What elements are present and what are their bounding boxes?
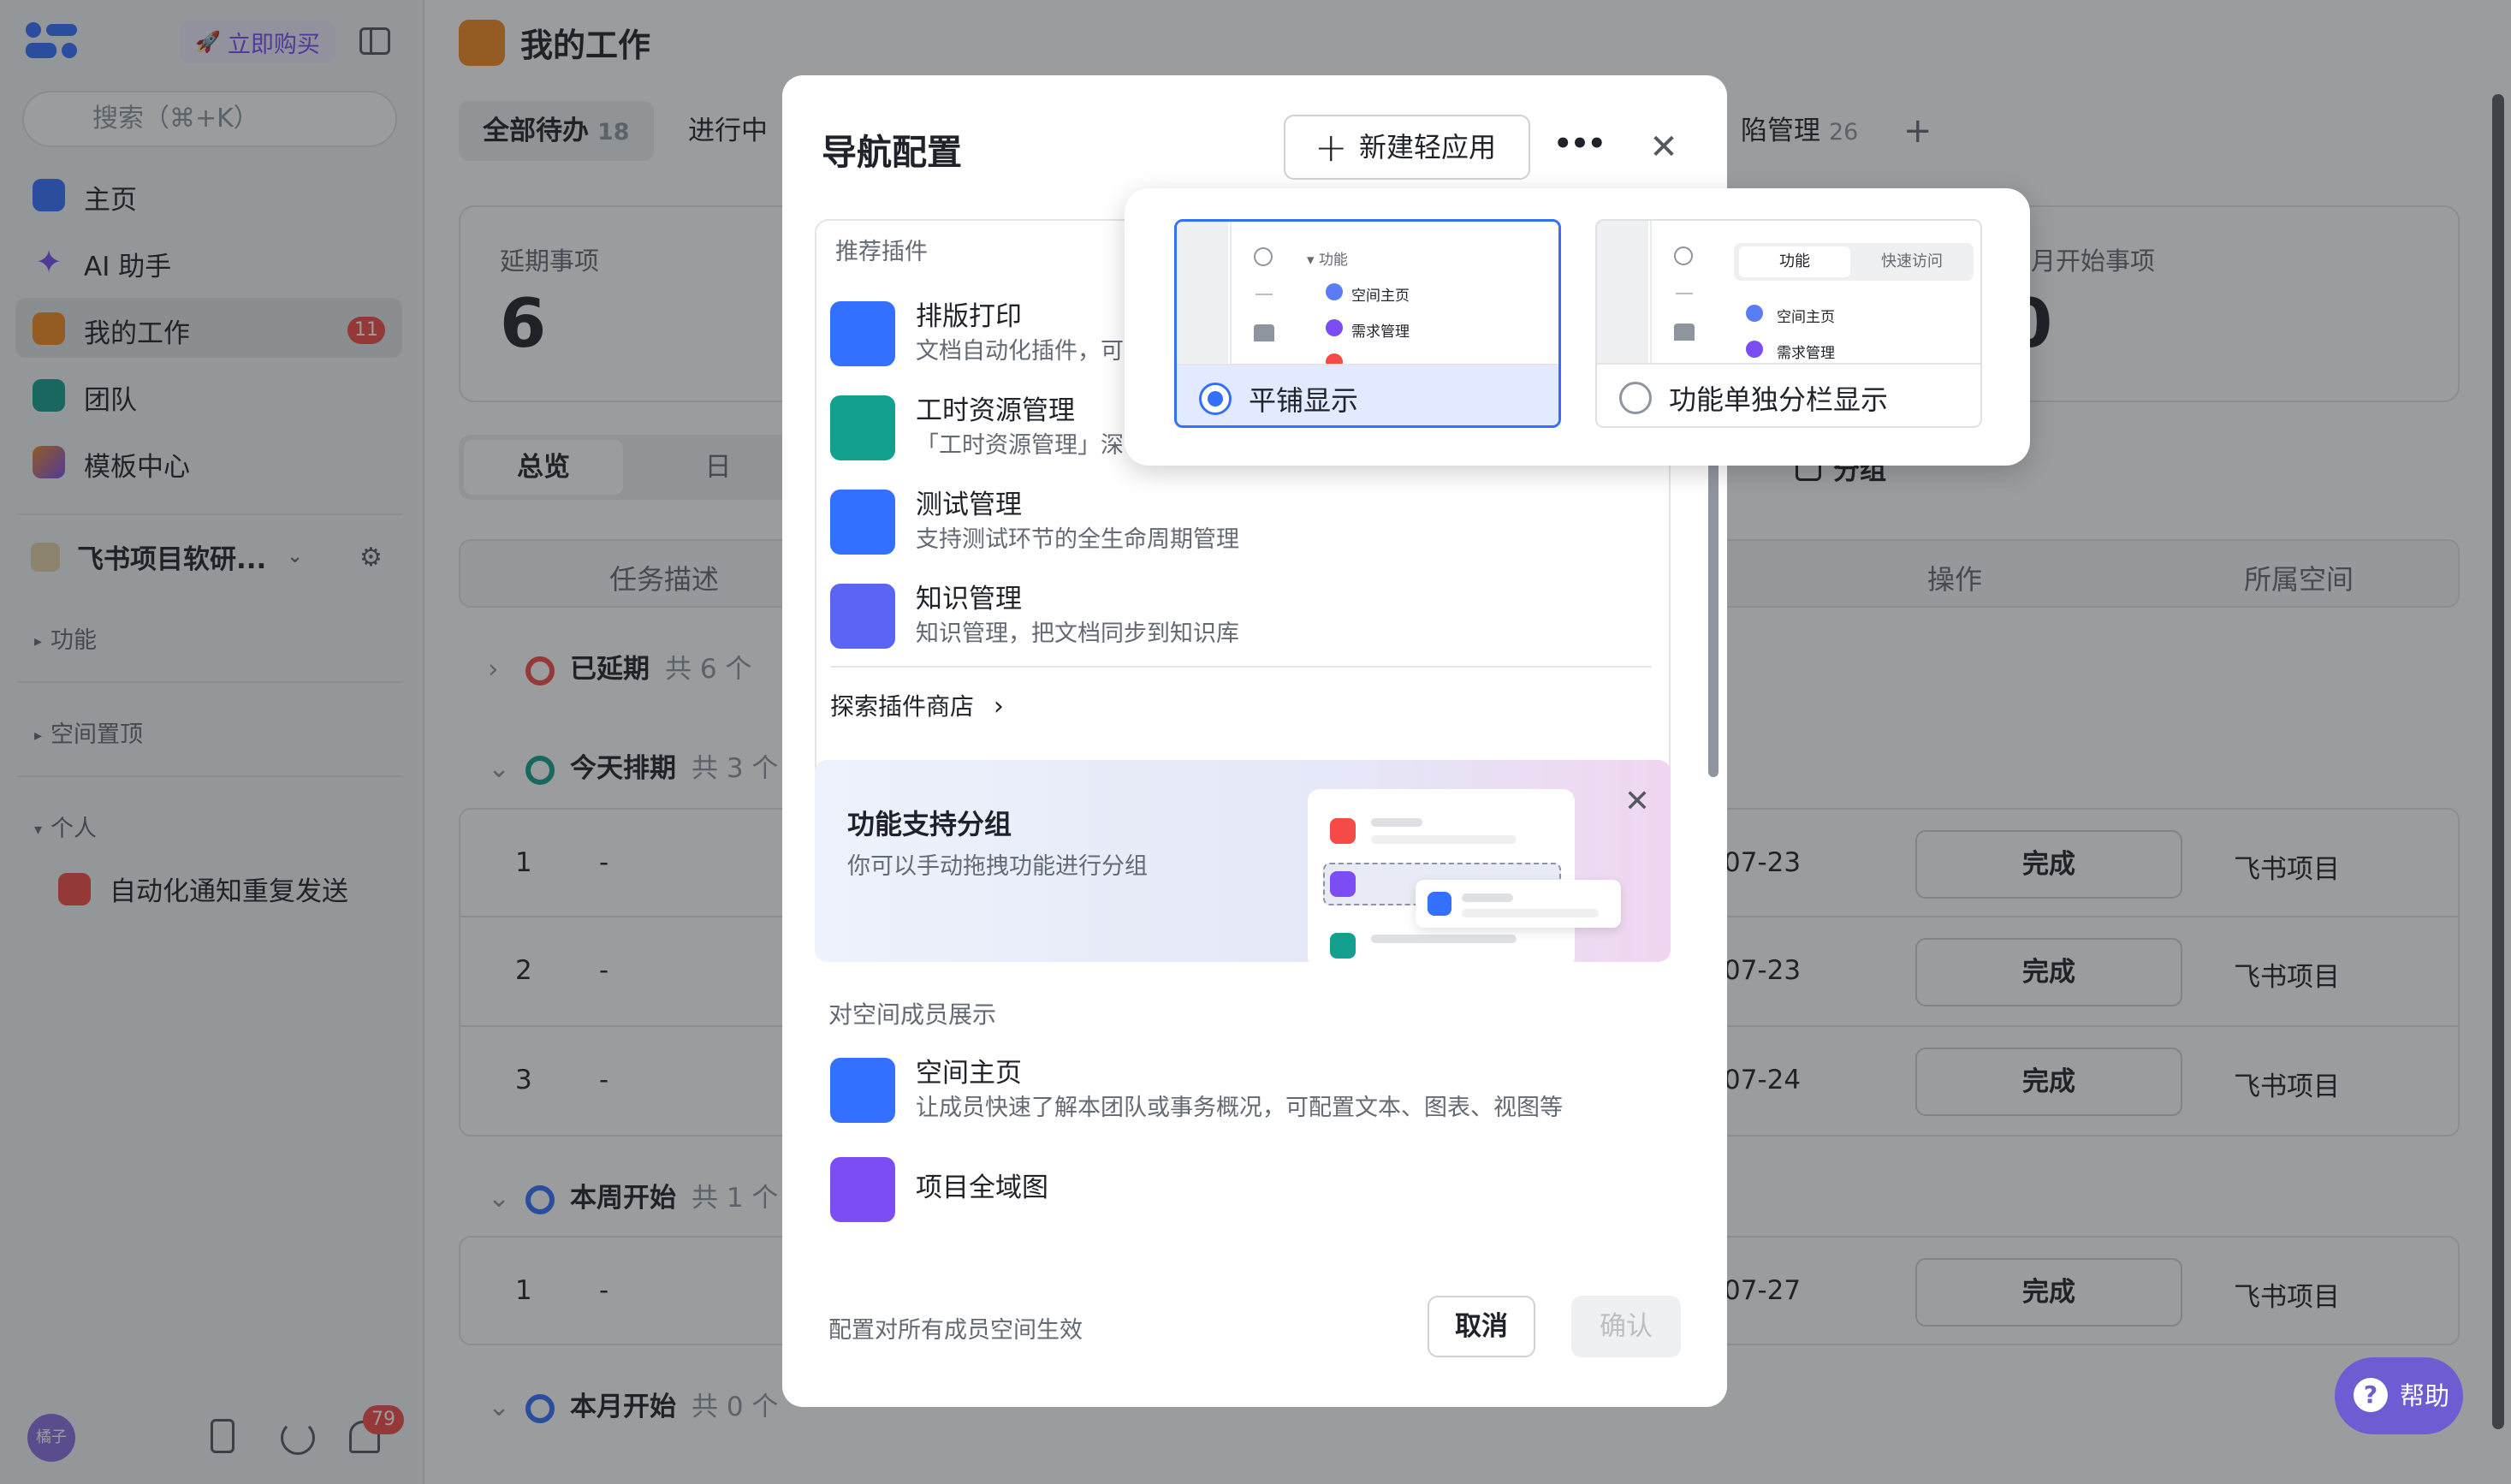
drag-card bbox=[1416, 880, 1621, 928]
info-icon bbox=[830, 1058, 895, 1123]
confirm-button[interactable]: 确认 bbox=[1571, 1296, 1681, 1357]
option-tiled[interactable]: ▾ 功能 空间主页 需求管理 平铺显示 bbox=[1174, 219, 1561, 428]
radio-unselected[interactable] bbox=[1619, 382, 1652, 414]
more-icon[interactable]: ••• bbox=[1546, 120, 1612, 178]
display-mode-popover: ▾ 功能 空间主页 需求管理 平铺显示 功能 快速访问 空间主页 需求管理 功能… bbox=[1125, 188, 2030, 466]
group-feature-banner: 功能支持分组 你可以手动拖拽功能进行分组 ✕ bbox=[815, 760, 1671, 962]
home-icon bbox=[1674, 324, 1695, 341]
close-icon[interactable]: ✕ bbox=[1645, 128, 1683, 166]
books-icon bbox=[830, 584, 895, 649]
help-button[interactable]: 帮助 bbox=[2335, 1357, 2463, 1434]
new-light-app-button[interactable]: 新建轻应用 bbox=[1284, 115, 1530, 180]
option-separate-column[interactable]: 功能 快速访问 空间主页 需求管理 功能单独分栏显示 bbox=[1595, 219, 1982, 428]
option-preview: 功能 快速访问 空间主页 需求管理 bbox=[1597, 221, 1980, 363]
member-section-title: 对空间成员展示 bbox=[828, 1000, 997, 1029]
chevron-right-icon: › bbox=[993, 692, 1004, 721]
layout-print-icon bbox=[830, 301, 895, 366]
close-icon[interactable]: ✕ bbox=[1624, 784, 1650, 819]
list-icon bbox=[830, 395, 895, 460]
search-icon bbox=[1254, 247, 1273, 266]
dialog-title: 导航配置 bbox=[822, 132, 962, 173]
illustration bbox=[1308, 789, 1575, 962]
dialog-scrollbar[interactable] bbox=[1708, 452, 1719, 777]
divider bbox=[830, 666, 1652, 668]
option-preview: ▾ 功能 空间主页 需求管理 bbox=[1177, 222, 1558, 371]
plugin-section-title: 推荐插件 bbox=[835, 239, 928, 265]
calendar-grid-icon bbox=[830, 1157, 895, 1222]
footer-note: 配置对所有成员空间生效 bbox=[828, 1317, 1083, 1344]
search-icon bbox=[1674, 246, 1693, 265]
home-icon bbox=[1254, 324, 1274, 341]
explore-plugin-store-link[interactable]: 探索插件商店 › bbox=[830, 688, 1004, 722]
radio-selected[interactable] bbox=[1199, 383, 1232, 415]
test-icon bbox=[830, 490, 895, 555]
cancel-button[interactable]: 取消 bbox=[1428, 1296, 1535, 1357]
